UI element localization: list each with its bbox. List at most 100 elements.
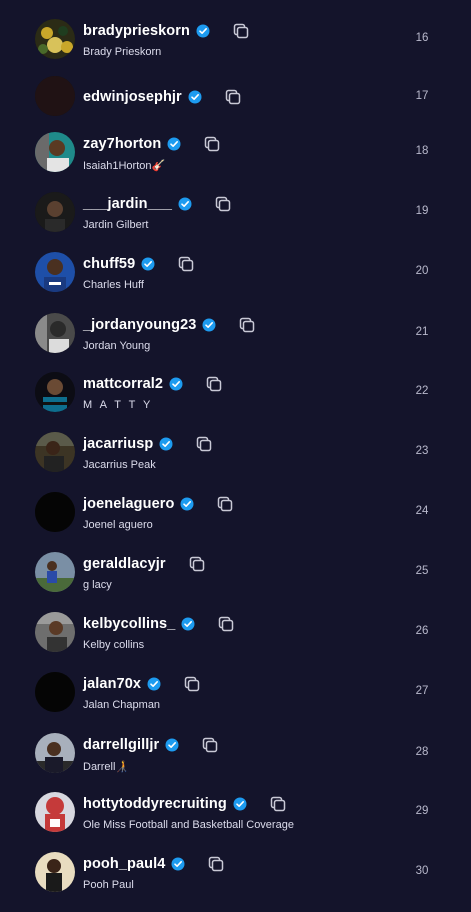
display-name: Jardin Gilbert bbox=[83, 219, 149, 231]
avatar[interactable] bbox=[35, 192, 75, 232]
list-item[interactable]: kelbycollins_ Kelby collins 26 bbox=[0, 612, 471, 672]
list-item[interactable]: joenelaguero Joenel aguero 24 bbox=[0, 492, 471, 552]
rank-number: 20 bbox=[415, 265, 429, 277]
username[interactable]: bradyprieskorn bbox=[83, 23, 190, 39]
list-item[interactable]: darrellgilljr Darrell🧑‍🦯 28 bbox=[0, 733, 471, 793]
list-item[interactable]: bradyprieskorn Brady Prieskorn 16 bbox=[0, 19, 471, 79]
username[interactable]: edwinjosephjr bbox=[83, 89, 182, 105]
avatar[interactable] bbox=[35, 672, 75, 712]
verified-badge-icon bbox=[159, 437, 173, 451]
list-item[interactable]: hottytoddyrecruiting Ole Miss Football a… bbox=[0, 792, 471, 852]
username[interactable]: jacarriusp bbox=[83, 436, 153, 452]
avatar[interactable] bbox=[35, 313, 75, 353]
rank-number: 25 bbox=[415, 565, 429, 577]
display-name: Kelby collins bbox=[83, 639, 145, 651]
username[interactable]: chuff59 bbox=[83, 256, 135, 272]
display-name: Ole Miss Football and Basketball Coverag… bbox=[83, 819, 294, 831]
username[interactable]: ___jardin___ bbox=[83, 196, 172, 212]
list-item[interactable]: edwinjosephjr 17 bbox=[0, 76, 471, 136]
username[interactable]: jalan70x bbox=[83, 676, 141, 692]
list-item[interactable]: chuff59 Charles Huff 20 bbox=[0, 252, 471, 312]
list-item[interactable]: jalan70x Jalan Chapman 27 bbox=[0, 672, 471, 732]
display-name: Jacarrius Peak bbox=[83, 459, 156, 471]
list-item[interactable]: ___jardin___ Jardin Gilbert 19 bbox=[0, 192, 471, 252]
username[interactable]: geraldlacyjr bbox=[83, 556, 166, 572]
avatar[interactable] bbox=[35, 612, 75, 652]
display-name: Darrell🧑‍🦯 bbox=[83, 761, 130, 773]
username[interactable]: mattcorral2 bbox=[83, 376, 163, 392]
rank-number: 28 bbox=[415, 746, 429, 758]
avatar[interactable] bbox=[35, 492, 75, 532]
copy-icon[interactable] bbox=[238, 316, 256, 334]
copy-icon[interactable] bbox=[216, 495, 234, 513]
verified-badge-icon bbox=[233, 797, 247, 811]
avatar[interactable] bbox=[35, 552, 75, 592]
username[interactable]: joenelaguero bbox=[83, 496, 174, 512]
verified-badge-icon bbox=[202, 318, 216, 332]
rank-number: 19 bbox=[415, 205, 429, 217]
rank-number: 22 bbox=[415, 385, 429, 397]
username[interactable]: hottytoddyrecruiting bbox=[83, 796, 227, 812]
display-name: Brady Prieskorn bbox=[83, 46, 162, 58]
username[interactable]: darrellgilljr bbox=[83, 737, 159, 753]
display-name: g lacy bbox=[83, 579, 112, 591]
rank-number: 18 bbox=[415, 145, 429, 157]
verified-badge-icon bbox=[188, 90, 202, 104]
list-item[interactable]: jacarriusp Jacarrius Peak 23 bbox=[0, 432, 471, 492]
copy-icon[interactable] bbox=[183, 675, 201, 693]
rank-number: 23 bbox=[415, 445, 429, 457]
avatar[interactable] bbox=[35, 19, 75, 59]
avatar[interactable] bbox=[35, 852, 75, 892]
display-name: Pooh Paul bbox=[83, 879, 134, 891]
verified-badge-icon bbox=[147, 677, 161, 691]
account-list: bradyprieskorn Brady Prieskorn 16 edwinj… bbox=[0, 0, 471, 909]
avatar[interactable] bbox=[35, 132, 75, 172]
copy-icon[interactable] bbox=[207, 855, 225, 873]
copy-icon[interactable] bbox=[214, 195, 232, 213]
display-name: Joenel aguero bbox=[83, 519, 153, 531]
display-name: M A T T Y bbox=[83, 399, 153, 411]
avatar[interactable] bbox=[35, 432, 75, 472]
rank-number: 26 bbox=[415, 625, 429, 637]
list-item[interactable]: _jordanyoung23 Jordan Young 21 bbox=[0, 313, 471, 373]
copy-icon[interactable] bbox=[203, 135, 221, 153]
username[interactable]: zay7horton bbox=[83, 136, 161, 152]
rank-number: 16 bbox=[415, 32, 429, 44]
display-name: Jordan Young bbox=[83, 340, 151, 352]
display-name: Charles Huff bbox=[83, 279, 144, 291]
copy-icon[interactable] bbox=[195, 435, 213, 453]
copy-icon[interactable] bbox=[188, 555, 206, 573]
copy-icon[interactable] bbox=[217, 615, 235, 633]
avatar[interactable] bbox=[35, 252, 75, 292]
copy-icon[interactable] bbox=[224, 88, 242, 106]
list-item[interactable]: mattcorral2 M A T T Y 22 bbox=[0, 372, 471, 432]
copy-icon[interactable] bbox=[177, 255, 195, 273]
username[interactable]: pooh_paul4 bbox=[83, 856, 165, 872]
list-item[interactable]: pooh_paul4 Pooh Paul 30 bbox=[0, 852, 471, 912]
list-item[interactable]: geraldlacyjr g lacy 25 bbox=[0, 552, 471, 612]
verified-badge-icon bbox=[180, 497, 194, 511]
rank-number: 27 bbox=[415, 685, 429, 697]
avatar[interactable] bbox=[35, 372, 75, 412]
copy-icon[interactable] bbox=[232, 22, 250, 40]
rank-number: 24 bbox=[415, 505, 429, 517]
avatar[interactable] bbox=[35, 76, 75, 116]
verified-badge-icon bbox=[181, 617, 195, 631]
list-item[interactable]: zay7horton Isaiah1Horton🎸 18 bbox=[0, 132, 471, 192]
rank-number: 21 bbox=[415, 326, 429, 338]
rank-number: 29 bbox=[415, 805, 429, 817]
verified-badge-icon bbox=[169, 377, 183, 391]
verified-badge-icon bbox=[167, 137, 181, 151]
copy-icon[interactable] bbox=[269, 795, 287, 813]
verified-badge-icon bbox=[141, 257, 155, 271]
display-name: Jalan Chapman bbox=[83, 699, 161, 711]
avatar[interactable] bbox=[35, 733, 75, 773]
username[interactable]: kelbycollins_ bbox=[83, 616, 175, 632]
display-name: Isaiah1Horton🎸 bbox=[83, 160, 166, 172]
copy-icon[interactable] bbox=[205, 375, 223, 393]
rank-number: 17 bbox=[415, 90, 429, 102]
username[interactable]: _jordanyoung23 bbox=[83, 317, 196, 333]
avatar[interactable] bbox=[35, 792, 75, 832]
verified-badge-icon bbox=[171, 857, 185, 871]
copy-icon[interactable] bbox=[201, 736, 219, 754]
